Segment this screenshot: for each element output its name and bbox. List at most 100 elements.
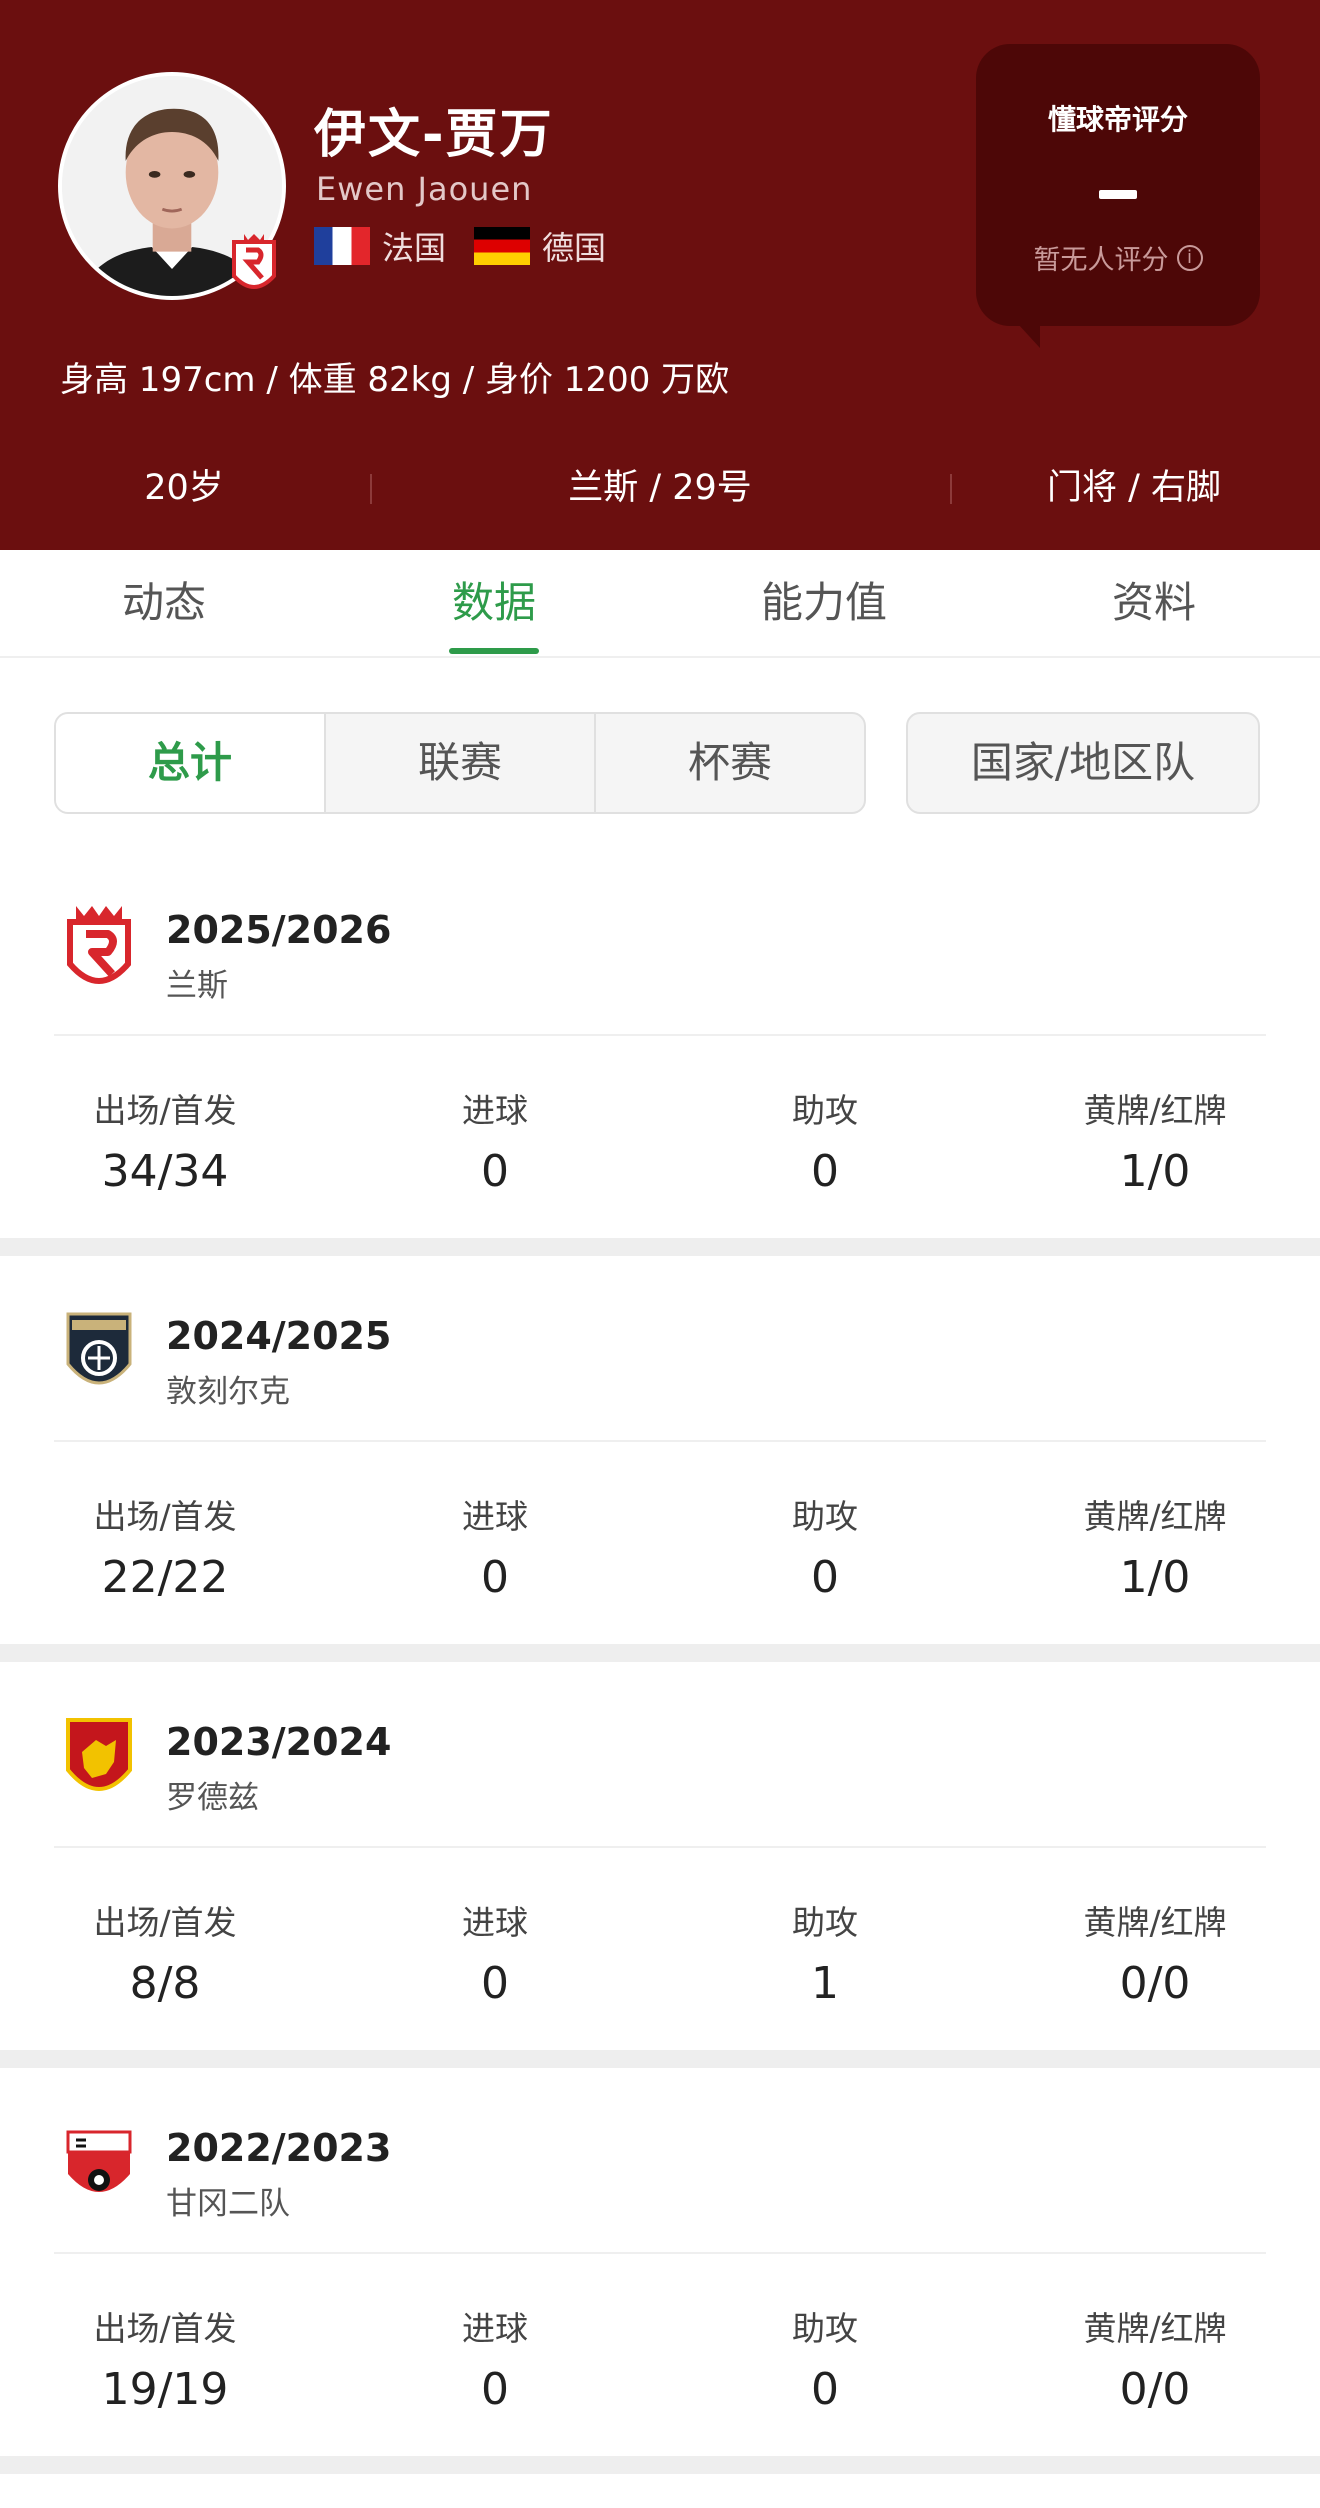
stat-assists: 助攻 0 bbox=[675, 1490, 975, 1603]
stat-goals: 进球 0 bbox=[345, 1084, 645, 1197]
player-meta-row: 20岁 兰斯 / 29号 门将 / 右脚 bbox=[0, 460, 1320, 516]
stat-value: 1 bbox=[811, 1958, 839, 2009]
player-name: 伊文-贾万 bbox=[314, 105, 554, 165]
season-card[interactable]: 2025/2026 兰斯 出场/首发 34/34 进球 0 助攻 0 黄牌/红牌… bbox=[0, 860, 1320, 1248]
stat-value: 0 bbox=[481, 2364, 509, 2415]
season-card[interactable]: 2024/2025 敦刻尔克 出场/首发 22/22 进球 0 助攻 0 黄牌/… bbox=[0, 1266, 1320, 1654]
player-age: 20岁 bbox=[144, 468, 224, 508]
divider bbox=[54, 1846, 1266, 1848]
guingamp-logo-icon bbox=[66, 2130, 132, 2192]
filter-national-team-button[interactable]: 国家/地区队 bbox=[906, 712, 1260, 814]
tab-ability[interactable]: 能力值 bbox=[674, 550, 974, 658]
season-label: 2024/2025 bbox=[166, 1314, 392, 1358]
stat-apps: 出场/首发 19/19 bbox=[15, 2302, 315, 2415]
france-flag-icon bbox=[314, 227, 370, 265]
stat-label: 出场/首发 bbox=[93, 1091, 237, 1130]
stat-cards: 黄牌/红牌 1/0 bbox=[1005, 1084, 1305, 1197]
stat-label: 出场/首发 bbox=[93, 1903, 237, 1942]
filter-league-button[interactable]: 联赛 bbox=[324, 714, 594, 812]
club-name: 兰斯 bbox=[166, 968, 228, 1004]
stat-value: 34/34 bbox=[101, 1146, 229, 1197]
club-name: 罗德兹 bbox=[166, 1780, 259, 1816]
stat-label: 黄牌/红牌 bbox=[1083, 1903, 1227, 1942]
reims-logo-icon bbox=[67, 906, 131, 984]
rating-value bbox=[976, 184, 1260, 230]
card-separator bbox=[0, 1238, 1320, 1256]
stat-value: 22/22 bbox=[101, 1552, 229, 1603]
stat-label: 进球 bbox=[462, 1091, 528, 1130]
stat-label: 助攻 bbox=[792, 1497, 858, 1536]
club-name: 敦刻尔克 bbox=[166, 1374, 290, 1410]
divider bbox=[54, 1440, 1266, 1442]
stat-apps: 出场/首发 8/8 bbox=[15, 1896, 315, 2009]
stat-value: 0 bbox=[481, 1146, 509, 1197]
stat-value: 1/0 bbox=[1119, 1552, 1191, 1603]
divider bbox=[54, 1034, 1266, 1036]
tab-activity[interactable]: 动态 bbox=[14, 550, 314, 658]
info-icon[interactable]: i bbox=[1176, 244, 1203, 271]
nationalities: 法国 德国 bbox=[314, 225, 606, 267]
card-separator bbox=[0, 1644, 1320, 1662]
stat-label: 黄牌/红牌 bbox=[1083, 1497, 1227, 1536]
rodez-logo-icon bbox=[66, 1718, 132, 1791]
stat-label: 进球 bbox=[462, 1497, 528, 1536]
germany-flag-icon bbox=[474, 227, 531, 265]
season-label: 2023/2024 bbox=[166, 1720, 392, 1764]
stat-cards: 黄牌/红牌 0/0 bbox=[1005, 1896, 1305, 2009]
dunkerque-logo-icon bbox=[66, 1312, 132, 1385]
stat-label: 助攻 bbox=[792, 1091, 858, 1130]
stat-value: 8/8 bbox=[129, 1958, 201, 2009]
rating-box[interactable]: 懂球帝评分 暂无人评分 i bbox=[976, 44, 1260, 348]
club-badge-icon bbox=[228, 232, 280, 298]
active-tab-indicator bbox=[449, 648, 539, 654]
stat-value: 0 bbox=[811, 1552, 839, 1603]
stat-cards: 黄牌/红牌 0/0 bbox=[1005, 2302, 1305, 2415]
rating-note-text: 暂无人评分 bbox=[1033, 245, 1169, 276]
stat-apps: 出场/首发 22/22 bbox=[15, 1490, 315, 1603]
stat-assists: 助攻 1 bbox=[675, 1896, 975, 2009]
stat-label: 进球 bbox=[462, 2309, 528, 2348]
rating-dash bbox=[1099, 190, 1137, 199]
main-tabs: 动态 数据 能力值 资料 bbox=[0, 550, 1320, 658]
rating-title: 懂球帝评分 bbox=[1047, 103, 1188, 136]
stat-value: 0/0 bbox=[1119, 1958, 1191, 2009]
stat-label: 出场/首发 bbox=[93, 2309, 237, 2348]
competition-filter: 总计 联赛 杯赛 bbox=[54, 712, 866, 814]
stat-value: 0 bbox=[811, 1146, 839, 1197]
stat-label: 进球 bbox=[462, 1903, 528, 1942]
club-name: 甘冈二队 bbox=[166, 2186, 290, 2222]
tab-profile[interactable]: 资料 bbox=[1004, 550, 1304, 658]
divider bbox=[950, 474, 952, 504]
stat-value: 19/19 bbox=[101, 2364, 229, 2415]
stat-goals: 进球 0 bbox=[345, 2302, 645, 2415]
filter-total-button[interactable]: 总计 bbox=[56, 714, 324, 812]
stat-label: 助攻 bbox=[792, 2309, 858, 2348]
card-separator bbox=[0, 2050, 1320, 2068]
card-separator bbox=[0, 2456, 1320, 2474]
stat-label: 助攻 bbox=[792, 1903, 858, 1942]
stat-label: 出场/首发 bbox=[93, 1497, 237, 1536]
player-position-foot: 门将 / 右脚 bbox=[1046, 468, 1222, 508]
player-header: 伊文-贾万 Ewen Jaouen 法国 德国 懂球帝评分 暂无人评分 i 身高… bbox=[0, 0, 1320, 550]
filter-cup-button[interactable]: 杯赛 bbox=[594, 714, 864, 812]
player-english-name: Ewen Jaouen bbox=[316, 170, 533, 208]
season-card[interactable]: 2023/2024 罗德兹 出场/首发 8/8 进球 0 助攻 1 黄牌/红牌 … bbox=[0, 1672, 1320, 2060]
stat-apps: 出场/首发 34/34 bbox=[15, 1084, 315, 1197]
stat-cards: 黄牌/红牌 1/0 bbox=[1005, 1490, 1305, 1603]
player-team-number: 兰斯 / 29号 bbox=[568, 468, 752, 508]
divider bbox=[54, 2252, 1266, 2254]
stat-value: 0 bbox=[481, 1552, 509, 1603]
stat-assists: 助攻 0 bbox=[675, 1084, 975, 1197]
stat-goals: 进球 0 bbox=[345, 1490, 645, 1603]
tab-data[interactable]: 数据 bbox=[344, 550, 644, 658]
stat-goals: 进球 0 bbox=[345, 1896, 645, 2009]
stat-value: 1/0 bbox=[1119, 1146, 1191, 1197]
stat-value: 0/0 bbox=[1119, 2364, 1191, 2415]
rating-note: 暂无人评分 i bbox=[976, 238, 1260, 277]
player-bio: 身高 197cm / 体重 82kg / 身价 1200 万欧 bbox=[60, 360, 730, 400]
stat-assists: 助攻 0 bbox=[675, 2302, 975, 2415]
season-label: 2022/2023 bbox=[166, 2126, 392, 2170]
nationality-label: 法国 bbox=[382, 229, 447, 267]
stat-value: 0 bbox=[811, 2364, 839, 2415]
season-card[interactable]: 2022/2023 甘冈二队 出场/首发 19/19 进球 0 助攻 0 黄牌/… bbox=[0, 2078, 1320, 2466]
